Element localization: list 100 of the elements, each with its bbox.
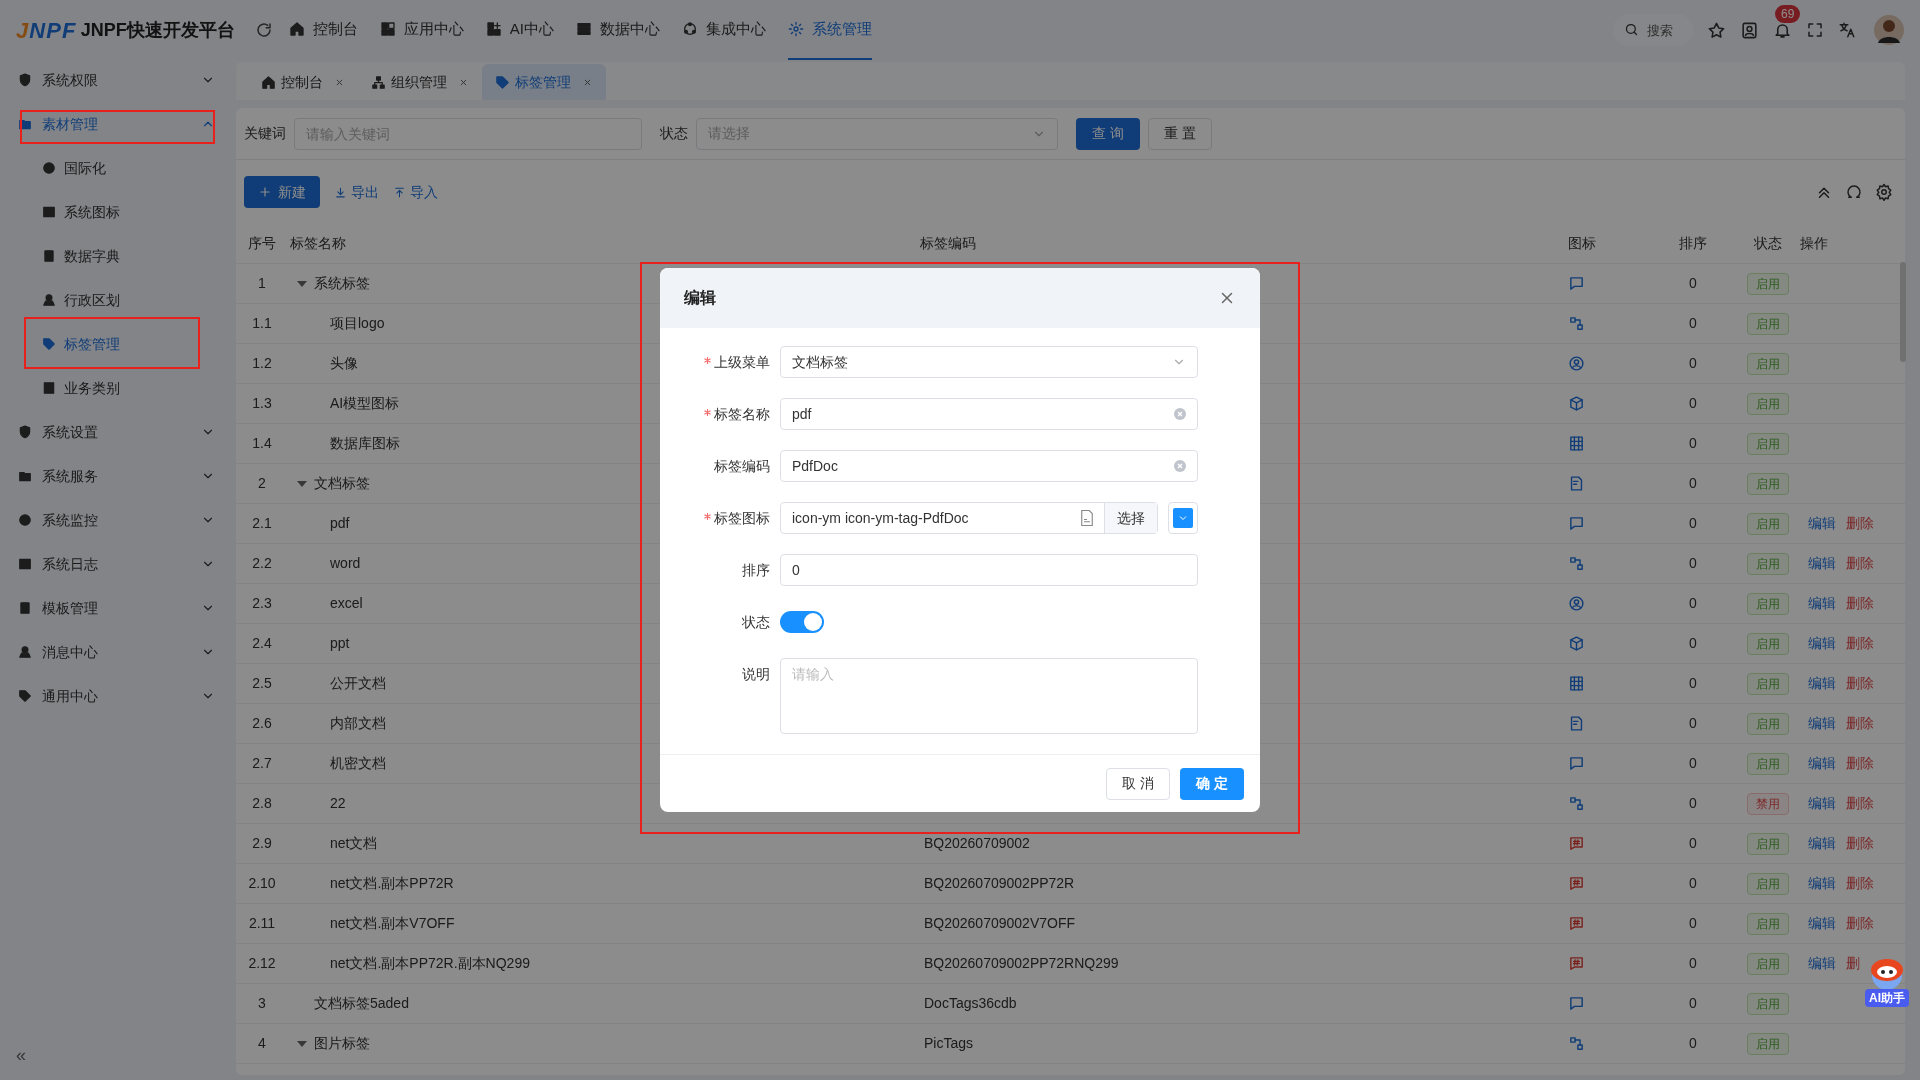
edit-link[interactable]: 编辑 — [1808, 913, 1836, 934]
tag-icon — [495, 74, 510, 90]
query-button[interactable]: 查 询 — [1076, 117, 1140, 150]
icon-field[interactable]: icon-ym icon-ym-tag-PdfDoc 选择 — [780, 502, 1158, 534]
select-button[interactable]: 选择 — [1104, 503, 1157, 533]
sidebar-item[interactable]: 系统日志 — [0, 542, 233, 586]
sort-cell-text: 0 — [1688, 634, 1698, 653]
sidebar-item[interactable]: 消息中心 — [0, 630, 233, 674]
edit-link[interactable]: 编辑 — [1808, 713, 1836, 734]
user-circle-icon — [1568, 595, 1585, 612]
edit-link[interactable]: 编辑 — [1808, 553, 1836, 574]
fullscreen-icon[interactable] — [1806, 21, 1824, 39]
index-cell-text: 1.2 — [251, 354, 273, 373]
parent-menu-select[interactable]: 文档标签 — [780, 346, 1198, 378]
collapse-sidebar-button[interactable]: « — [16, 1046, 26, 1064]
delete-link[interactable]: 删除 — [1846, 593, 1874, 614]
sort-cell-text: 0 — [1688, 994, 1698, 1013]
sidebar-subitem[interactable]: 行政区划 — [0, 278, 233, 322]
building-icon — [1568, 435, 1585, 452]
sidebar-item[interactable]: 系统监控 — [0, 498, 233, 542]
avatar-icon[interactable] — [1874, 15, 1904, 45]
status-tag: 启用 — [1747, 592, 1789, 615]
new-button[interactable]: 新建 — [244, 176, 320, 208]
delete-link[interactable]: 删除 — [1846, 673, 1874, 694]
import-button[interactable]: 导入 — [393, 181, 438, 203]
color-picker[interactable] — [1168, 502, 1198, 534]
sidebar-subitem[interactable]: 标签管理 — [0, 322, 233, 366]
edit-link[interactable]: 编辑 — [1808, 873, 1836, 894]
edit-link[interactable]: 编辑 — [1808, 753, 1836, 774]
status-tag: 启用 — [1747, 1032, 1789, 1055]
delete-link[interactable]: 删 — [1846, 953, 1860, 974]
sort-cell-text: 0 — [1688, 714, 1698, 733]
status-tag: 启用 — [1747, 832, 1789, 855]
delete-link[interactable]: 删除 — [1846, 553, 1874, 574]
index-cell-text: 2.6 — [251, 714, 273, 733]
delete-link[interactable]: 删除 — [1846, 713, 1874, 734]
edit-link[interactable]: 编辑 — [1808, 673, 1836, 694]
status-tag: 启用 — [1747, 912, 1789, 935]
sidebar-item[interactable]: 模板管理 — [0, 586, 233, 630]
sort-cell-text: 0 — [1688, 474, 1698, 493]
contact-icon[interactable] — [1740, 20, 1759, 40]
field-label: 上级菜单 — [714, 352, 770, 372]
index-cell-text: 1.4 — [251, 434, 273, 453]
delete-link[interactable]: 删除 — [1846, 793, 1874, 814]
sidebar-subitem[interactable]: 数据字典 — [0, 234, 233, 278]
delete-link[interactable]: 删除 — [1846, 633, 1874, 654]
export-button[interactable]: 导出 — [334, 181, 379, 203]
edit-link[interactable]: 编辑 — [1808, 633, 1836, 654]
cancel-button[interactable]: 取 消 — [1106, 767, 1170, 800]
delete-link[interactable]: 删除 — [1846, 913, 1874, 934]
status-tag: 禁用 — [1747, 792, 1789, 815]
assistant-label[interactable]: AI助手 — [1865, 989, 1909, 1007]
status-tag: 启用 — [1747, 952, 1789, 975]
grid-icon — [379, 21, 396, 37]
nodes-icon — [1568, 315, 1585, 332]
edit-link[interactable]: 编辑 — [1808, 593, 1836, 614]
sidebar-subitem[interactable]: 业务类别 — [0, 366, 233, 410]
edit-link[interactable]: 编辑 — [1808, 953, 1836, 974]
input-field[interactable]: pdf — [780, 398, 1198, 430]
status-tag: 启用 — [1747, 432, 1789, 455]
edit-link[interactable]: 编辑 — [1808, 833, 1836, 854]
edit-link[interactable]: 编辑 — [1808, 513, 1836, 534]
delete-link[interactable]: 删除 — [1846, 873, 1874, 894]
status-switch[interactable] — [780, 611, 824, 633]
edit-link[interactable]: 编辑 — [1808, 793, 1836, 814]
name-cell-text: 内部文档 — [330, 714, 386, 733]
sidebar-item[interactable]: 系统设置 — [0, 410, 233, 454]
reset-button[interactable]: 重 置 — [1148, 117, 1212, 150]
index-cell-text: 2 — [257, 474, 267, 493]
nav-tab[interactable]: 系统管理 — [787, 0, 872, 60]
sidebar-item[interactable]: 系统服务 — [0, 454, 233, 498]
page-tab[interactable]: 组织管理 — [358, 64, 482, 100]
name-cell-text: excel — [330, 594, 363, 613]
delete-link[interactable]: 删除 — [1846, 753, 1874, 774]
index-cell-text: 2.8 — [251, 794, 273, 813]
sidebar-subitem[interactable]: 国际化 — [0, 146, 233, 190]
translate-icon[interactable] — [1838, 21, 1856, 39]
delete-link[interactable]: 删除 — [1846, 513, 1874, 534]
confirm-button[interactable]: 确 定 — [1180, 767, 1244, 800]
input-field[interactable]: PdfDoc — [780, 450, 1198, 482]
settings-icon[interactable] — [1875, 183, 1893, 201]
nav-tab[interactable]: 控制台 — [288, 0, 358, 60]
nav-tab[interactable]: 应用中心 — [379, 0, 464, 60]
scrollbar-thumb[interactable] — [1900, 262, 1906, 362]
star-icon[interactable] — [1707, 20, 1726, 40]
page-tab[interactable]: 控制台 — [248, 64, 358, 100]
page-tab[interactable]: 标签管理 — [482, 64, 606, 100]
sidebar-item[interactable]: 通用中心 — [0, 674, 233, 718]
nav-tab[interactable]: AI中心 — [485, 0, 554, 60]
sort-cell-text: 0 — [1688, 514, 1698, 533]
column-header: 排序 — [1678, 234, 1708, 253]
sidebar-subitem[interactable]: 系统图标 — [0, 190, 233, 234]
sidebar-item[interactable]: 素材管理 — [0, 102, 233, 146]
description-field[interactable]: 请输入 — [780, 658, 1198, 734]
nav-tab[interactable]: 数据中心 — [575, 0, 660, 60]
delete-link[interactable]: 删除 — [1846, 833, 1874, 854]
index-cell-text: 3 — [257, 994, 267, 1013]
input-field[interactable]: 0 — [780, 554, 1198, 586]
nav-tab[interactable]: 集成中心 — [681, 0, 766, 60]
sidebar-item[interactable]: 系统权限 — [0, 58, 233, 102]
